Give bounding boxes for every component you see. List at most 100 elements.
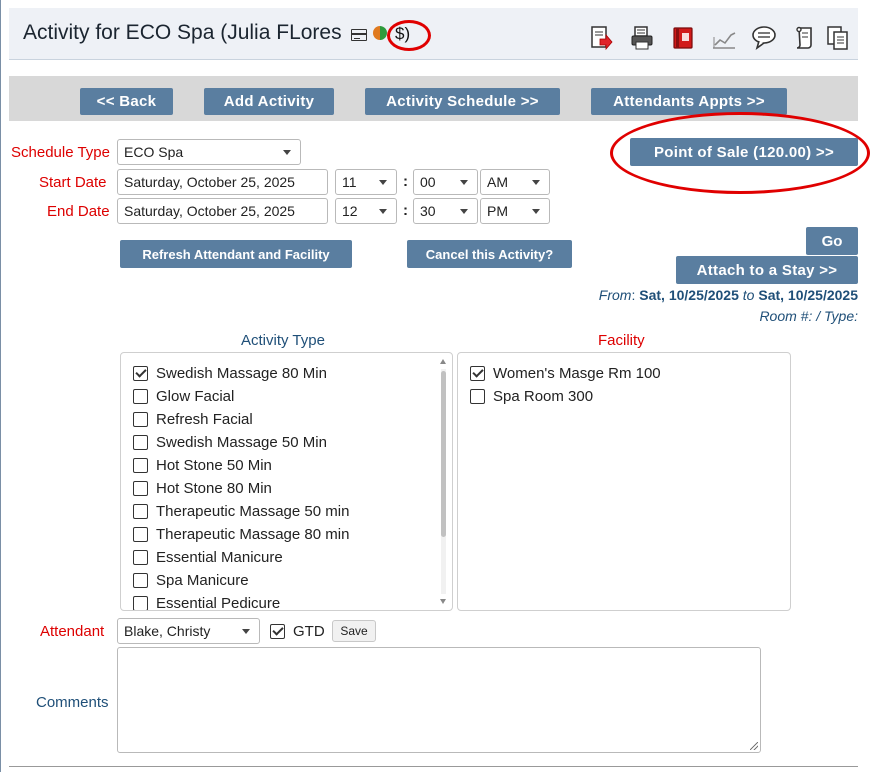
page-header: Activity for ECO Spa (Julia FLores $) — [9, 8, 858, 60]
start-ampm-select[interactable]: AM — [480, 169, 550, 195]
start-minute-select[interactable]: 00 — [413, 169, 478, 195]
end-minute-select[interactable]: 30 — [413, 198, 478, 224]
activity-type-heading: Activity Type — [241, 332, 325, 349]
export-icon[interactable] — [587, 24, 615, 52]
scroll-thumb[interactable] — [441, 371, 446, 537]
activity-list-scrollbar[interactable] — [439, 357, 448, 606]
attendant-select[interactable]: Blake, Christy — [117, 618, 260, 644]
facility-list[interactable]: Women's Masge Rm 100 Spa Room 300 — [457, 352, 791, 611]
item-checkbox[interactable] — [133, 549, 148, 565]
end-ampm-select[interactable]: PM — [480, 198, 550, 224]
item-label: Spa Room 300 — [493, 387, 594, 405]
checkbox-list-item[interactable]: Glow Facial — [133, 385, 234, 407]
balance-dollar-link[interactable]: $) — [395, 24, 410, 44]
go-button[interactable]: Go — [806, 227, 858, 255]
room-type-summary: Room #: / Type: — [759, 308, 858, 324]
gtd-label: GTD — [293, 622, 325, 640]
start-date-label: Start Date — [39, 174, 107, 191]
chevron-down-icon — [460, 209, 468, 214]
item-checkbox[interactable] — [133, 503, 148, 519]
item-label: Women's Masge Rm 100 — [493, 364, 661, 382]
checkbox-list-item[interactable]: Refresh Facial — [133, 408, 253, 430]
end-minute-value: 30 — [420, 203, 436, 219]
documents-icon[interactable] — [824, 24, 852, 52]
checkbox-list-item[interactable]: Spa Room 300 — [470, 385, 593, 407]
item-checkbox[interactable] — [470, 365, 485, 381]
chevron-down-icon — [379, 209, 387, 214]
refresh-attendant-facility-button[interactable]: Refresh Attendant and Facility — [120, 240, 352, 268]
bottom-divider — [9, 766, 858, 767]
start-hour-select[interactable]: 11 — [335, 169, 397, 195]
date-range-summary: From: Sat, 10/25/2025 to Sat, 10/25/2025 — [598, 287, 858, 303]
schedule-type-value: ECO Spa — [124, 144, 184, 160]
add-activity-button[interactable]: Add Activity — [204, 88, 334, 115]
activity-type-list[interactable]: Swedish Massage 80 Min Glow Facial Refresh… — [120, 352, 453, 611]
end-hour-select[interactable]: 12 — [335, 198, 397, 224]
checkbox-list-item[interactable]: Spa Manicure — [133, 569, 249, 591]
start-date-field[interactable]: Saturday, October 25, 2025 — [117, 169, 328, 195]
to-date: Sat, 10/25/2025 — [758, 287, 858, 303]
item-checkbox[interactable] — [133, 595, 148, 610]
start-ampm-value: AM — [487, 174, 508, 190]
chevron-down-icon — [532, 180, 540, 185]
item-checkbox[interactable] — [133, 388, 148, 404]
checkbox-list-item[interactable]: Women's Masge Rm 100 — [470, 362, 661, 384]
cancel-activity-button[interactable]: Cancel this Activity? — [407, 240, 572, 268]
schedule-type-select[interactable]: ECO Spa — [117, 139, 301, 165]
gtd-checkbox-row[interactable]: GTD — [270, 620, 325, 642]
item-label: Therapeutic Massage 80 min — [156, 525, 350, 543]
point-of-sale-button[interactable]: Point of Sale (120.00) >> — [630, 138, 858, 166]
attendant-label: Attendant — [40, 623, 105, 640]
attach-to-stay-button[interactable]: Attach to a Stay >> — [676, 256, 858, 284]
checkbox-list-item[interactable]: Essential Pedicure — [133, 592, 280, 610]
checkbox-list-item[interactable]: Swedish Massage 50 Min — [133, 431, 327, 453]
end-hour-value: 12 — [342, 203, 358, 219]
time-separator: : — [403, 202, 408, 219]
comments-textarea[interactable] — [117, 647, 761, 753]
book-icon[interactable] — [669, 24, 697, 52]
item-label: Hot Stone 80 Min — [156, 479, 272, 497]
loyalty-status-icon — [373, 26, 387, 40]
end-date-field[interactable]: Saturday, October 25, 2025 — [117, 198, 328, 224]
item-checkbox[interactable] — [133, 480, 148, 496]
end-ampm-value: PM — [487, 203, 508, 219]
scroll-icon[interactable] — [791, 24, 819, 52]
item-checkbox[interactable] — [133, 365, 148, 381]
resize-grip-icon[interactable] — [750, 742, 758, 750]
scroll-down-icon[interactable] — [440, 599, 446, 604]
comment-icon[interactable] — [750, 24, 778, 52]
chevron-down-icon — [242, 629, 250, 634]
item-label: Essential Manicure — [156, 548, 283, 566]
item-label: Hot Stone 50 Min — [156, 456, 272, 474]
item-checkbox[interactable] — [133, 411, 148, 427]
save-button[interactable]: Save — [332, 620, 376, 642]
item-label: Refresh Facial — [156, 410, 253, 428]
checkbox-list-item[interactable]: Therapeutic Massage 80 min — [133, 523, 349, 545]
checkbox-list-item[interactable]: Swedish Massage 80 Min — [133, 362, 327, 384]
item-checkbox[interactable] — [133, 526, 148, 542]
checkbox-list-item[interactable]: Hot Stone 80 Min — [133, 477, 272, 499]
checkbox-list-item[interactable]: Essential Manicure — [133, 546, 283, 568]
item-checkbox[interactable] — [133, 457, 148, 473]
navigation-toolbar: << Back Add Activity Activity Schedule >… — [9, 76, 858, 121]
checkbox-list-item[interactable]: Therapeutic Massage 50 min — [133, 500, 349, 522]
time-separator: : — [403, 173, 408, 190]
chevron-down-icon — [283, 150, 291, 155]
from-date: Sat, 10/25/2025 — [639, 287, 739, 303]
item-label: Swedish Massage 50 Min — [156, 433, 327, 451]
attendants-appts-button[interactable]: Attendants Appts >> — [591, 88, 787, 115]
activity-schedule-button[interactable]: Activity Schedule >> — [365, 88, 560, 115]
back-button[interactable]: << Back — [80, 88, 173, 115]
scroll-up-icon[interactable] — [440, 359, 446, 364]
item-label: Glow Facial — [156, 387, 235, 405]
item-checkbox[interactable] — [470, 388, 485, 404]
attendant-value: Blake, Christy — [124, 623, 211, 639]
comments-label: Comments — [36, 694, 109, 711]
item-checkbox[interactable] — [133, 434, 148, 450]
item-checkbox[interactable] — [133, 572, 148, 588]
chart-icon[interactable] — [710, 24, 738, 52]
credit-card-icon[interactable] — [351, 29, 367, 41]
gtd-checkbox[interactable] — [270, 623, 285, 639]
print-icon[interactable] — [628, 24, 656, 52]
checkbox-list-item[interactable]: Hot Stone 50 Min — [133, 454, 272, 476]
